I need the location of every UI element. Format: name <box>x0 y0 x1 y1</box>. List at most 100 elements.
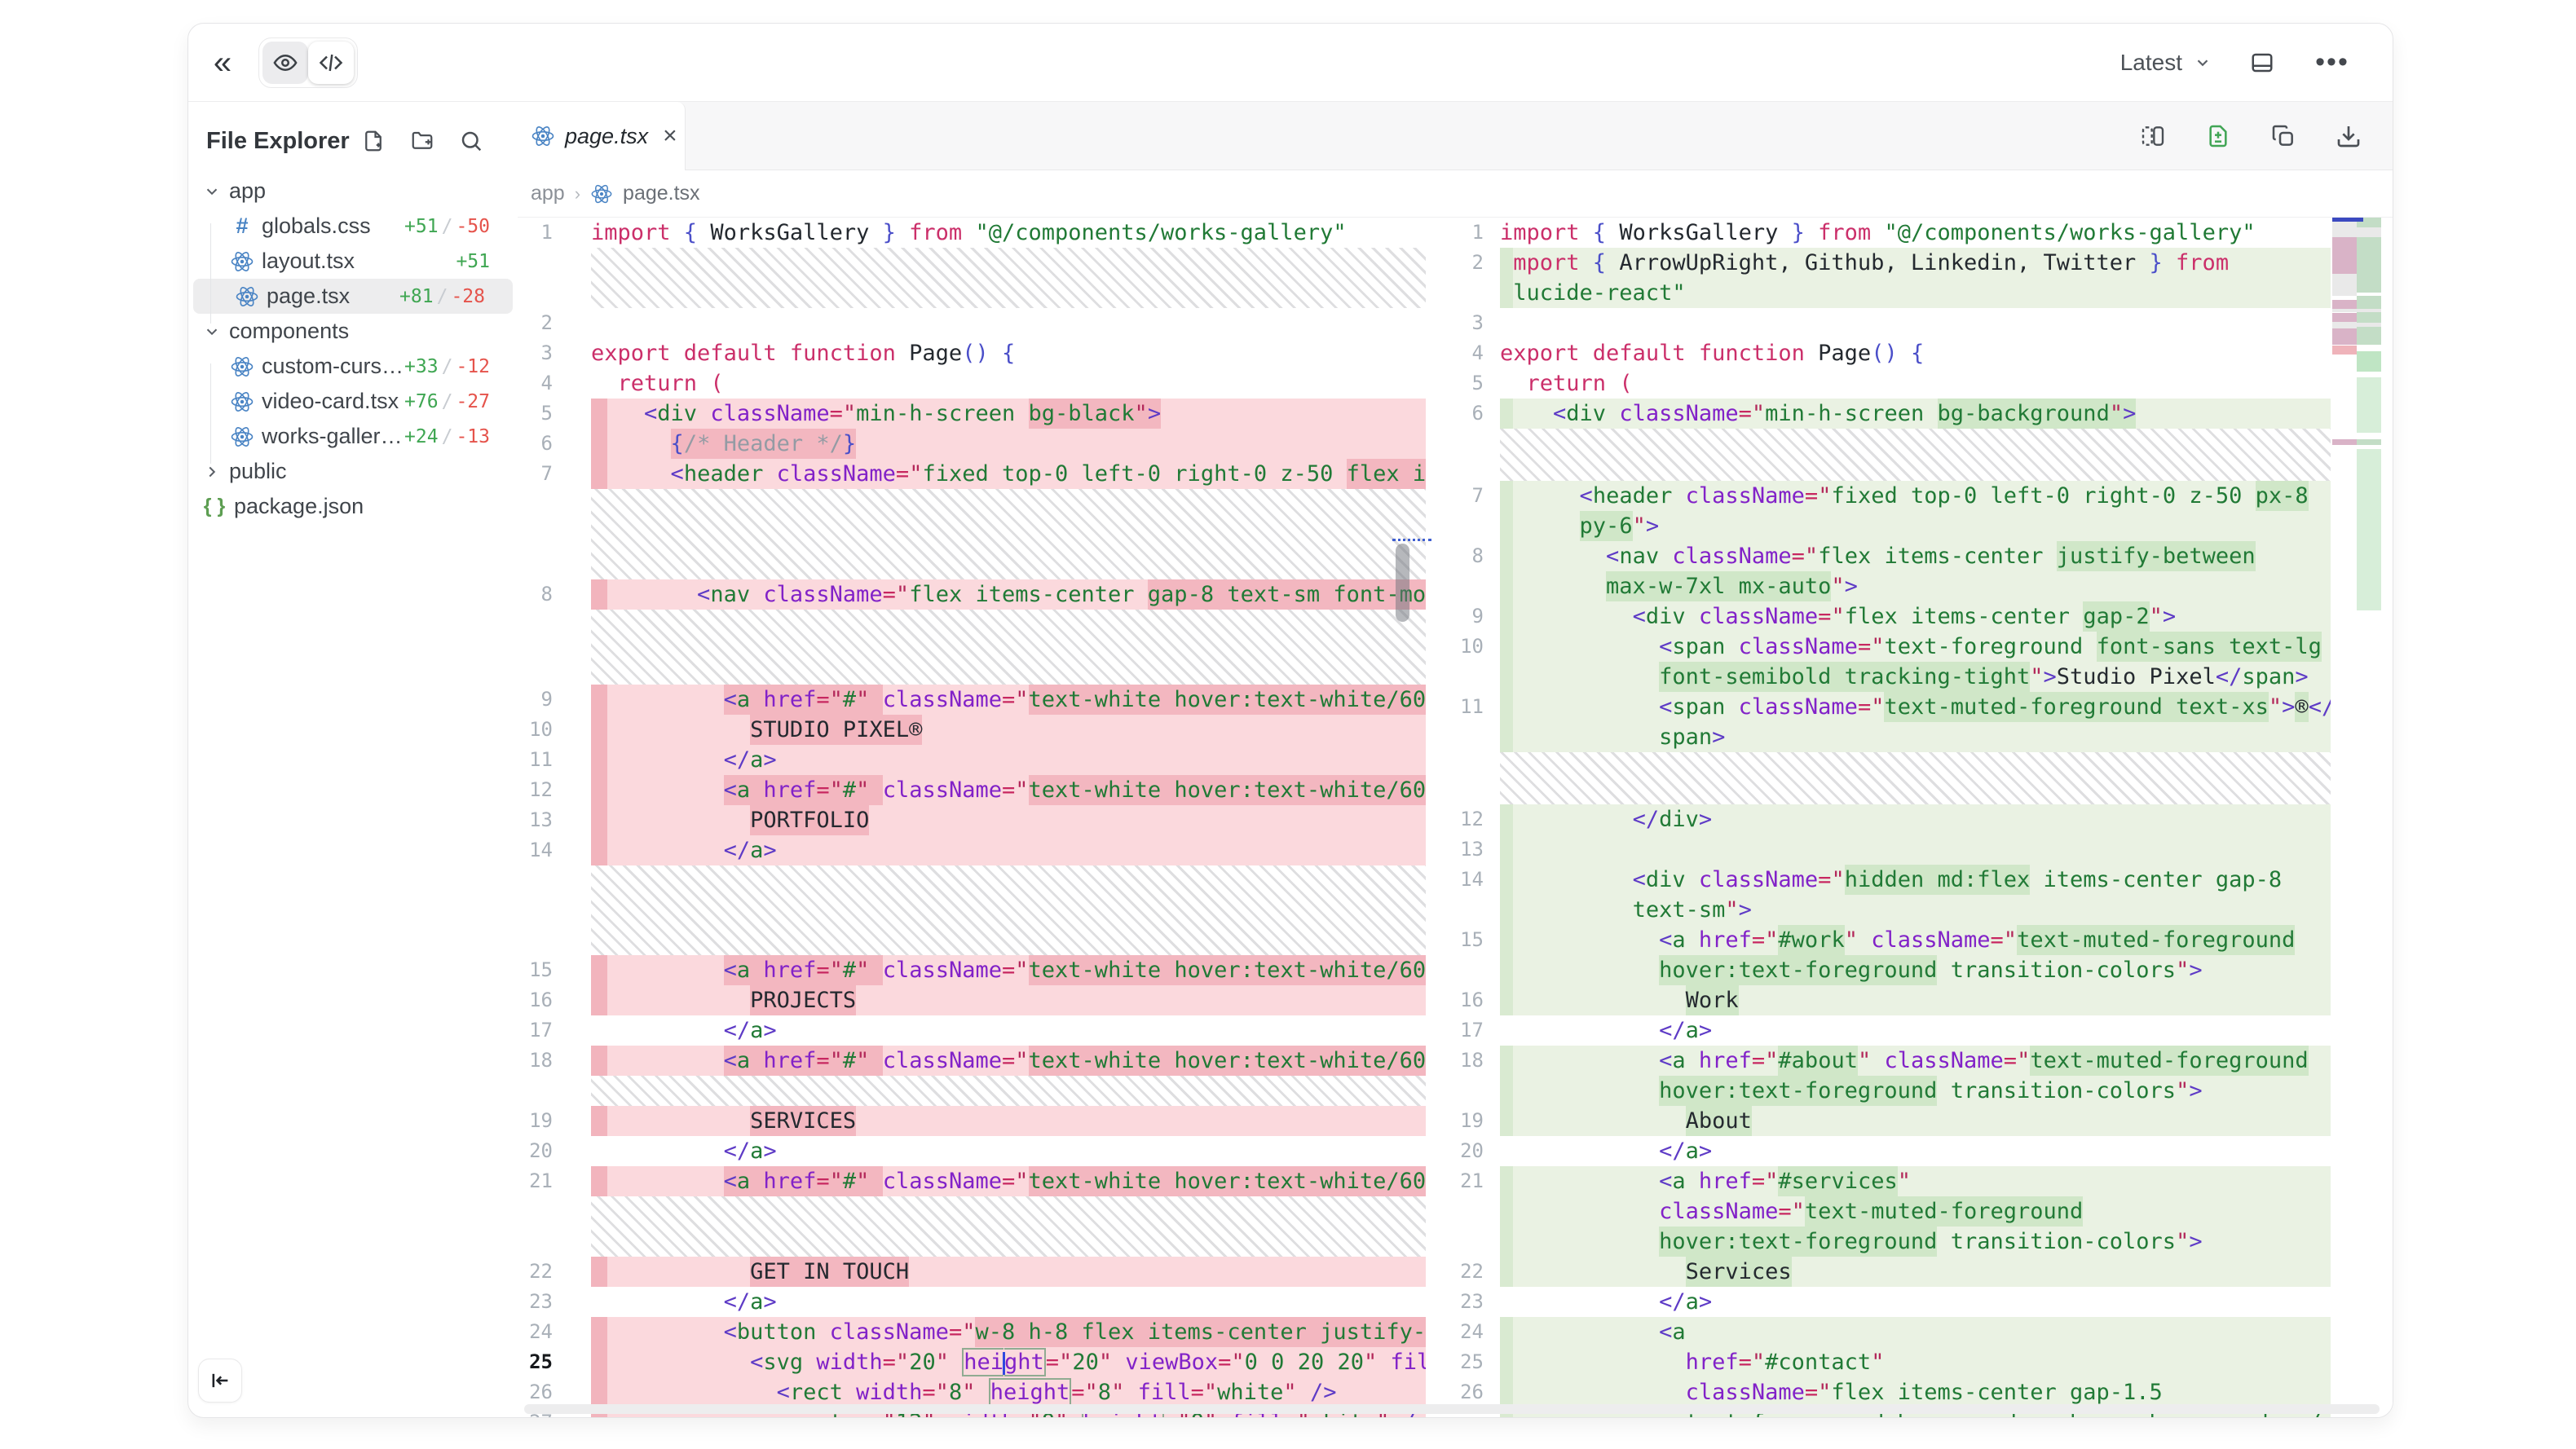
preview-eye-button[interactable] <box>262 42 308 84</box>
split-view-button[interactable] <box>2133 117 2172 156</box>
sidebar-item-layout.tsx[interactable]: layout.tsx+51 <box>188 244 518 279</box>
code-line[interactable]: Work <box>1500 985 2331 1015</box>
diff-code-area[interactable]: 1import { WorksGallery } from "@/compone… <box>518 218 2393 1417</box>
code-line[interactable]: hover:text-foreground transition-colors"… <box>1500 955 2331 985</box>
code-line[interactable]: import { WorksGallery } from "@/componen… <box>1500 218 2331 248</box>
code-line[interactable]: href="#contact" <box>1500 1347 2331 1377</box>
code-line[interactable]: <nav className="flex items-center gap-8 … <box>591 579 1426 610</box>
code-line[interactable]: <a href="#" className="text-white hover:… <box>591 955 1426 985</box>
sidebar-item-app[interactable]: app <box>188 174 518 209</box>
code-line[interactable]: STUDIO PIXEL® <box>591 715 1426 745</box>
copy-button[interactable] <box>2264 117 2303 156</box>
code-line[interactable] <box>1500 835 2331 865</box>
horizontal-scrollbar[interactable] <box>524 1404 2380 1414</box>
code-line[interactable]: font-semibold tracking-tight">Studio Pix… <box>1500 662 2331 692</box>
sidebar-item-globals.css[interactable]: #globals.css+51/-50 <box>188 209 518 244</box>
sidebar-item-video-card.tsx[interactable]: video-card.tsx+76/-27 <box>188 384 518 419</box>
code-line[interactable]: <div className="flex items-center gap-2"… <box>1500 601 2331 632</box>
code-line[interactable] <box>591 308 1426 338</box>
vertical-scrollbar-thumb[interactable] <box>1396 544 1409 622</box>
sidebar-item-works-galler[interactable]: works-galler…+24/-13 <box>188 419 518 454</box>
tab-page-tsx[interactable]: page.tsx × <box>518 102 686 170</box>
code-line[interactable]: <button className="w-8 h-8 flex items-ce… <box>591 1317 1426 1347</box>
code-line[interactable]: </a> <box>591 1136 1426 1166</box>
diff-pane-old[interactable]: 1import { WorksGallery } from "@/compone… <box>518 218 1426 1417</box>
code-line[interactable]: <div className="hidden md:flex items-cen… <box>1500 865 2331 895</box>
diff-overview-block <box>2332 328 2357 345</box>
tab-close-button[interactable]: × <box>663 122 677 150</box>
topbar: « Latest • <box>188 24 2393 102</box>
code-line[interactable]: </a> <box>1500 1015 2331 1046</box>
panel-bottom-button[interactable] <box>2243 43 2282 82</box>
code-line[interactable]: PORTFOLIO <box>591 805 1426 835</box>
code-line[interactable]: text-sm"> <box>1500 895 2331 925</box>
code-line[interactable]: </a> <box>591 1287 1426 1317</box>
breadcrumb-app[interactable]: app <box>531 182 565 205</box>
more-menu-button[interactable]: ••• <box>2313 43 2352 82</box>
code-line[interactable]: <a href="#about" className="text-muted-f… <box>1500 1046 2331 1076</box>
new-file-button[interactable] <box>359 127 387 155</box>
code-line[interactable]: <div className="min-h-screen bg-black"> <box>591 399 1426 429</box>
code-line[interactable]: export default function Page() { <box>1500 338 2331 368</box>
code-line[interactable]: SERVICES <box>591 1106 1426 1136</box>
code-line[interactable]: <span className="text-muted-foreground t… <box>1500 692 2331 722</box>
code-line[interactable]: </a> <box>1500 1287 2331 1317</box>
code-line[interactable]: </a> <box>591 835 1426 865</box>
code-line[interactable]: <header className="fixed top-0 left-0 ri… <box>591 459 1426 489</box>
sidebar-item-public[interactable]: public <box>188 454 518 489</box>
code-line[interactable]: "lucide-react" <box>1500 278 2331 308</box>
code-line[interactable]: <rect width="8" height="8" fill="white" … <box>591 1377 1426 1407</box>
code-line[interactable]: About <box>1500 1106 2331 1136</box>
code-line[interactable] <box>1500 308 2331 338</box>
react-file-icon <box>232 284 262 309</box>
new-folder-button[interactable] <box>408 127 436 155</box>
code-line[interactable]: <div className="min-h-screen bg-backgrou… <box>1500 399 2331 429</box>
code-line[interactable]: import { ArrowUpRight, Github, Linkedin,… <box>1500 248 2331 278</box>
diff-file-button[interactable] <box>2199 117 2238 156</box>
search-files-button[interactable] <box>457 127 485 155</box>
collapse-sidebar-button[interactable] <box>198 1359 242 1403</box>
code-line[interactable]: <a href="#" className="text-white hover:… <box>591 1046 1426 1076</box>
code-line[interactable]: return ( <box>1500 368 2331 399</box>
code-line[interactable]: </a> <box>591 745 1426 775</box>
code-line[interactable]: </a> <box>1500 1136 2331 1166</box>
code-line[interactable]: hover:text-foreground transition-colors"… <box>1500 1227 2331 1257</box>
code-line[interactable]: return ( <box>591 368 1426 399</box>
code-view-button[interactable] <box>308 42 354 84</box>
sidebar-item-package.json[interactable]: { }package.json <box>188 489 518 524</box>
code-line[interactable]: <nav className="flex items-center justif… <box>1500 541 2331 571</box>
code-line[interactable]: <a href="#services" <box>1500 1166 2331 1196</box>
code-line[interactable]: PROJECTS <box>591 985 1426 1015</box>
code-line[interactable]: Services <box>1500 1257 2331 1287</box>
code-line[interactable]: <a href="#" className="text-white hover:… <box>591 775 1426 805</box>
code-line[interactable]: {/* Header */} <box>591 429 1426 459</box>
code-line[interactable]: <svg width="20" height="20" viewBox="0 0… <box>591 1347 1426 1377</box>
code-line[interactable]: export default function Page() { <box>591 338 1426 368</box>
scrollbar-cursor-mark <box>1392 539 1431 541</box>
sidebar-item-components[interactable]: components <box>188 314 518 349</box>
diff-overview-strip[interactable] <box>2332 218 2381 1417</box>
code-line[interactable]: </div> <box>1500 804 2331 835</box>
diff-pane-new[interactable]: 1import { WorksGallery } from "@/compone… <box>1449 218 2331 1417</box>
code-line[interactable]: className="flex items-center gap-1.5 <box>1500 1377 2331 1407</box>
version-dropdown[interactable]: Latest <box>2120 50 2212 76</box>
code-line[interactable]: py-6"> <box>1500 511 2331 541</box>
code-line[interactable]: <a href="#" className="text-white hover:… <box>591 1166 1426 1196</box>
sidebar-item-custom-curs[interactable]: custom-curs…+33/-12 <box>188 349 518 384</box>
code-line[interactable]: max-w-7xl mx-auto"> <box>1500 571 2331 601</box>
sidebar-item-page.tsx[interactable]: page.tsx+81/-28 <box>193 279 513 314</box>
code-line[interactable]: <a <box>1500 1317 2331 1347</box>
collapse-panel-button[interactable]: « <box>203 43 242 82</box>
code-line[interactable]: span> <box>1500 722 2331 752</box>
code-line[interactable]: hover:text-foreground transition-colors"… <box>1500 1076 2331 1106</box>
code-line[interactable]: className="text-muted-foreground <box>1500 1196 2331 1227</box>
code-line[interactable]: <span className="text-foreground font-sa… <box>1500 632 2331 662</box>
code-line[interactable]: <header className="fixed top-0 left-0 ri… <box>1500 481 2331 511</box>
code-line[interactable]: <a href="#" className="text-white hover:… <box>591 685 1426 715</box>
code-line[interactable]: </a> <box>591 1015 1426 1046</box>
download-button[interactable] <box>2329 117 2368 156</box>
diff-alignment-hatch <box>591 610 1426 685</box>
code-line[interactable]: GET IN TOUCH <box>591 1257 1426 1287</box>
code-line[interactable]: import { WorksGallery } from "@/componen… <box>591 218 1426 248</box>
code-line[interactable]: <a href="#work" className="text-muted-fo… <box>1500 925 2331 955</box>
